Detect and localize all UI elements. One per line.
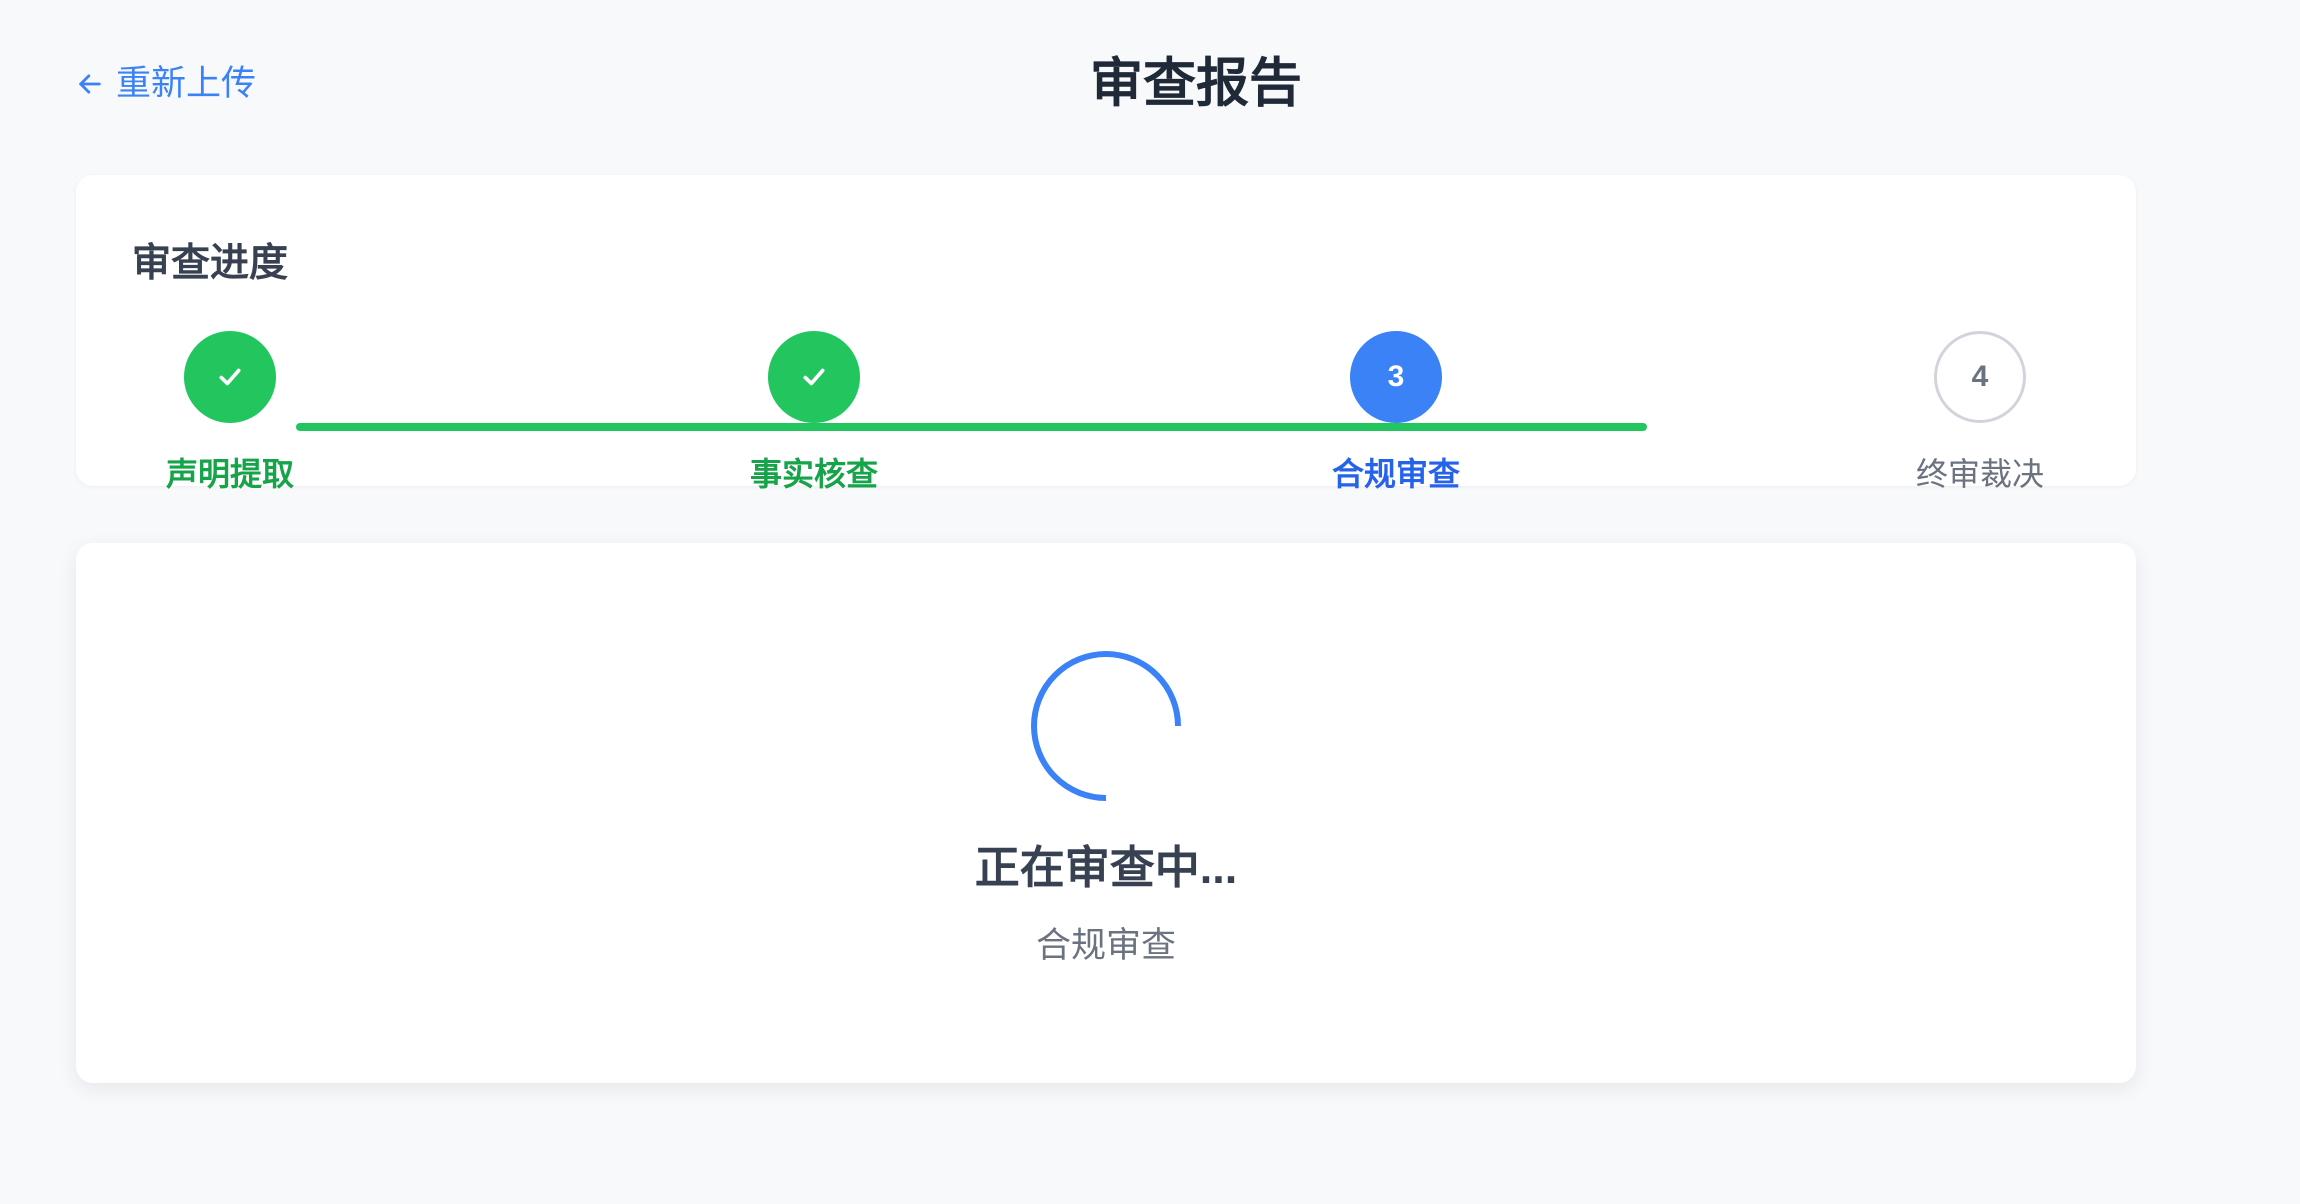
loading-spinner-icon bbox=[1031, 651, 1181, 801]
step-indicator: 3 bbox=[1350, 331, 1442, 423]
step-label: 声明提取 bbox=[165, 456, 294, 492]
status-message: 正在审查中... bbox=[974, 842, 1238, 893]
step-indicator bbox=[184, 331, 276, 423]
step-indicator: 4 bbox=[1934, 331, 2026, 423]
back-reupload-button[interactable]: 重新上传 bbox=[76, 62, 256, 106]
step-fact-check: 事实核查 bbox=[694, 331, 934, 494]
check-icon bbox=[217, 364, 243, 390]
back-reupload-label: 重新上传 bbox=[116, 64, 257, 103]
step-number: 4 bbox=[1971, 360, 1989, 393]
step-label: 事实核查 bbox=[749, 456, 878, 492]
progress-title: 审查进度 bbox=[132, 242, 289, 285]
progress-card: 审查进度 声明提取 事实核查 3 合规审查 4 终审裁决 bbox=[76, 175, 2136, 492]
step-number: 3 bbox=[1387, 360, 1405, 393]
step-final-ruling: 4 终审裁决 bbox=[1860, 331, 2100, 494]
step-indicator bbox=[768, 331, 860, 423]
step-compliance-review: 3 合规审查 bbox=[1276, 331, 1516, 494]
step-claim-extraction: 声明提取 bbox=[110, 331, 350, 494]
step-label: 终审裁决 bbox=[1915, 456, 2044, 492]
page-header: 重新上传 审查报告 bbox=[76, 50, 2136, 118]
check-icon bbox=[801, 364, 827, 390]
arrow-left-icon bbox=[76, 70, 104, 98]
status-stage: 合规审查 bbox=[1035, 926, 1176, 965]
page-title: 审查报告 bbox=[1090, 54, 1302, 113]
review-status-card: 正在审查中... 合规审查 bbox=[76, 543, 2136, 1083]
step-label: 合规审查 bbox=[1331, 456, 1460, 492]
